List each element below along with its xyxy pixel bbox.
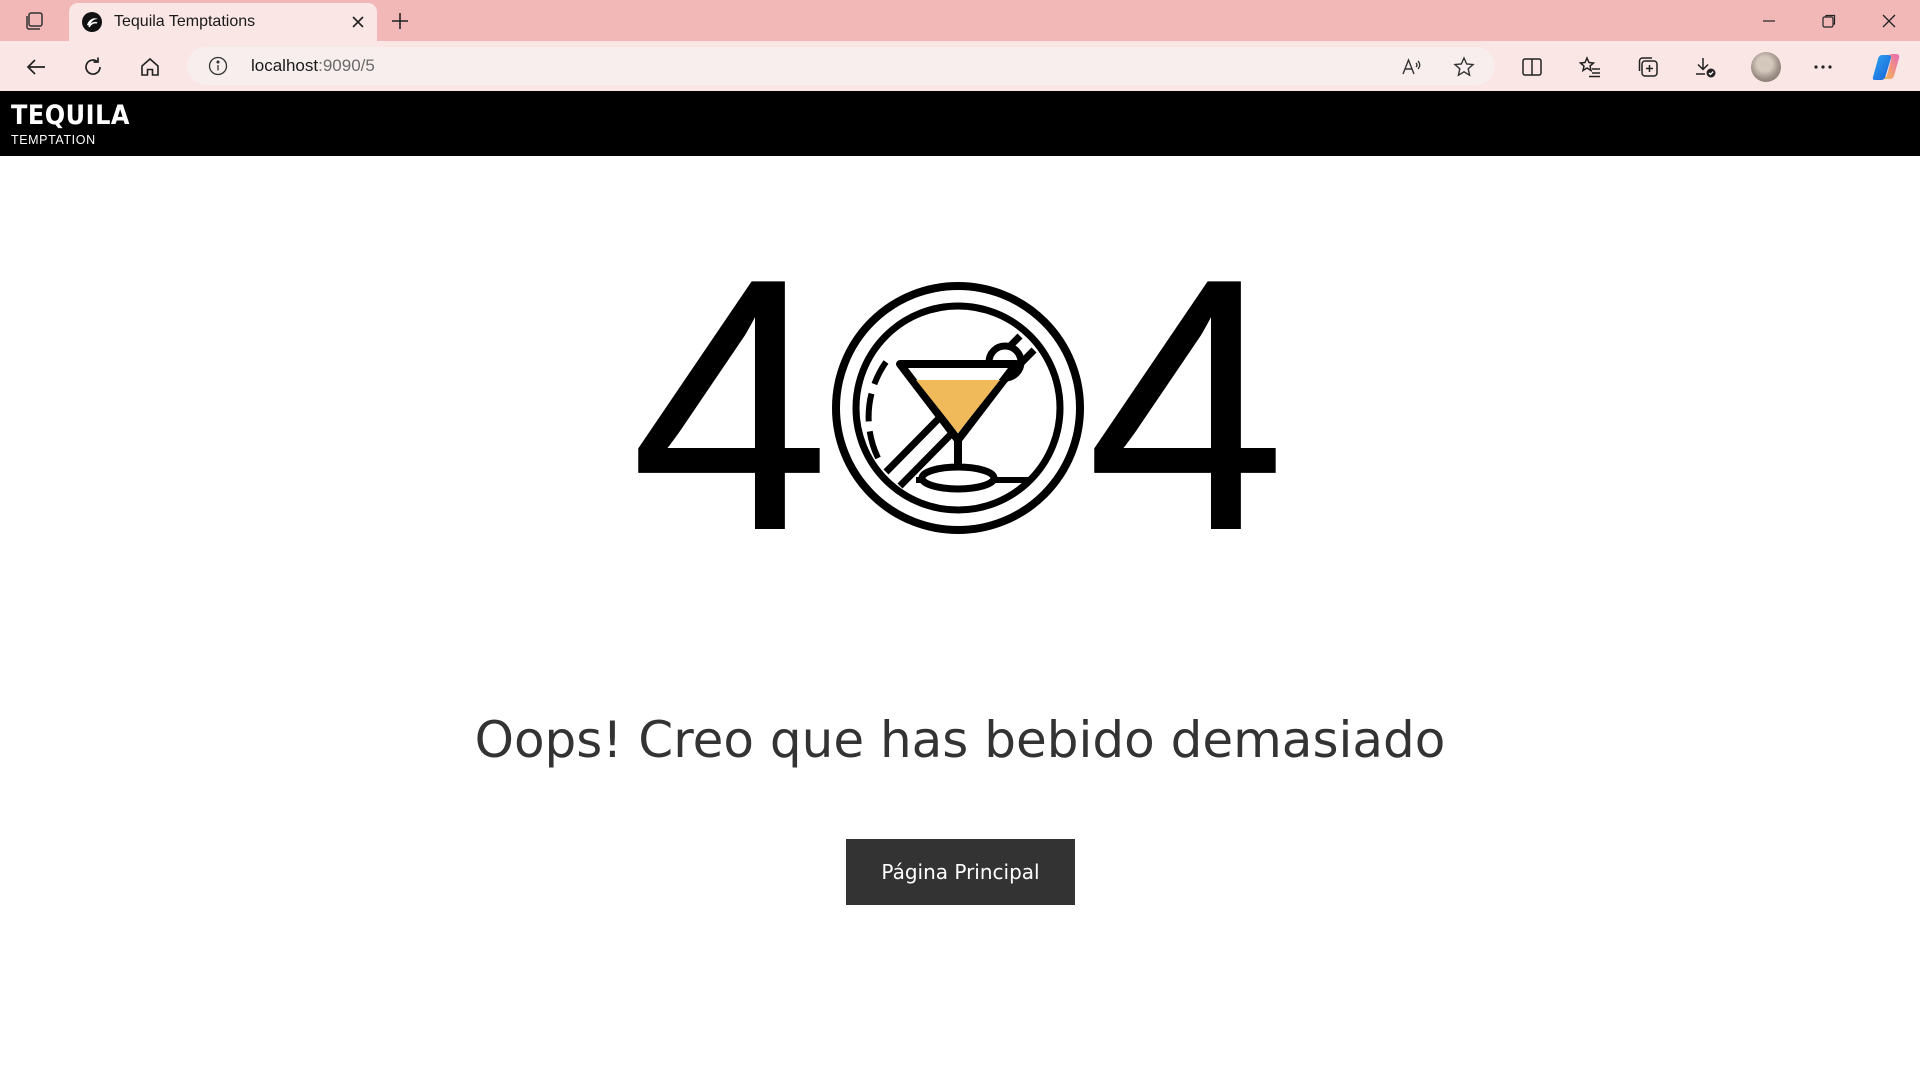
restore-icon[interactable] [1807, 6, 1851, 36]
site-header: TEQUILA TEMPTATION [0, 91, 1920, 156]
browser-tab[interactable]: Tequila Temptations [69, 3, 377, 41]
close-window-icon[interactable] [1867, 6, 1911, 36]
read-aloud-icon[interactable] [1400, 55, 1424, 79]
tab-actions-icon[interactable] [20, 9, 48, 33]
site-logo[interactable]: TEQUILA [11, 100, 130, 131]
close-tab-icon[interactable] [347, 11, 369, 33]
copilot-icon[interactable] [1870, 51, 1902, 83]
browser-toolbar: localhost:9090/5 [0, 41, 1920, 91]
error-message: Oops! Creo que has bebido demasiado [474, 711, 1446, 769]
split-screen-icon[interactable] [1517, 52, 1547, 82]
refresh-icon[interactable] [78, 52, 108, 82]
error-digit-right: 4 [1086, 204, 1287, 606]
more-options-icon[interactable] [1808, 52, 1838, 82]
downloads-icon[interactable] [1690, 52, 1720, 82]
favorite-star-icon[interactable] [1452, 55, 1476, 79]
collections-icon[interactable] [1633, 52, 1663, 82]
site-favicon-icon [82, 12, 102, 32]
url-text[interactable]: localhost:9090/5 [251, 47, 375, 85]
favorites-icon[interactable] [1575, 52, 1605, 82]
browser-tab-bar: Tequila Temptations [0, 0, 1920, 41]
no-drinking-icon [832, 282, 1084, 534]
address-bar[interactable]: localhost:9090/5 [187, 47, 1495, 85]
back-icon[interactable] [21, 52, 51, 82]
site-info-icon[interactable] [207, 55, 229, 77]
new-tab-icon[interactable] [388, 9, 412, 33]
site-logo-subtitle: TEMPTATION [11, 133, 96, 147]
home-icon[interactable] [135, 52, 165, 82]
home-page-button[interactable]: Página Principal [846, 839, 1075, 905]
minimize-icon[interactable] [1747, 6, 1791, 36]
tab-title: Tequila Temptations [114, 13, 256, 30]
profile-avatar[interactable] [1751, 52, 1781, 82]
error-digit-left: 4 [630, 204, 831, 606]
